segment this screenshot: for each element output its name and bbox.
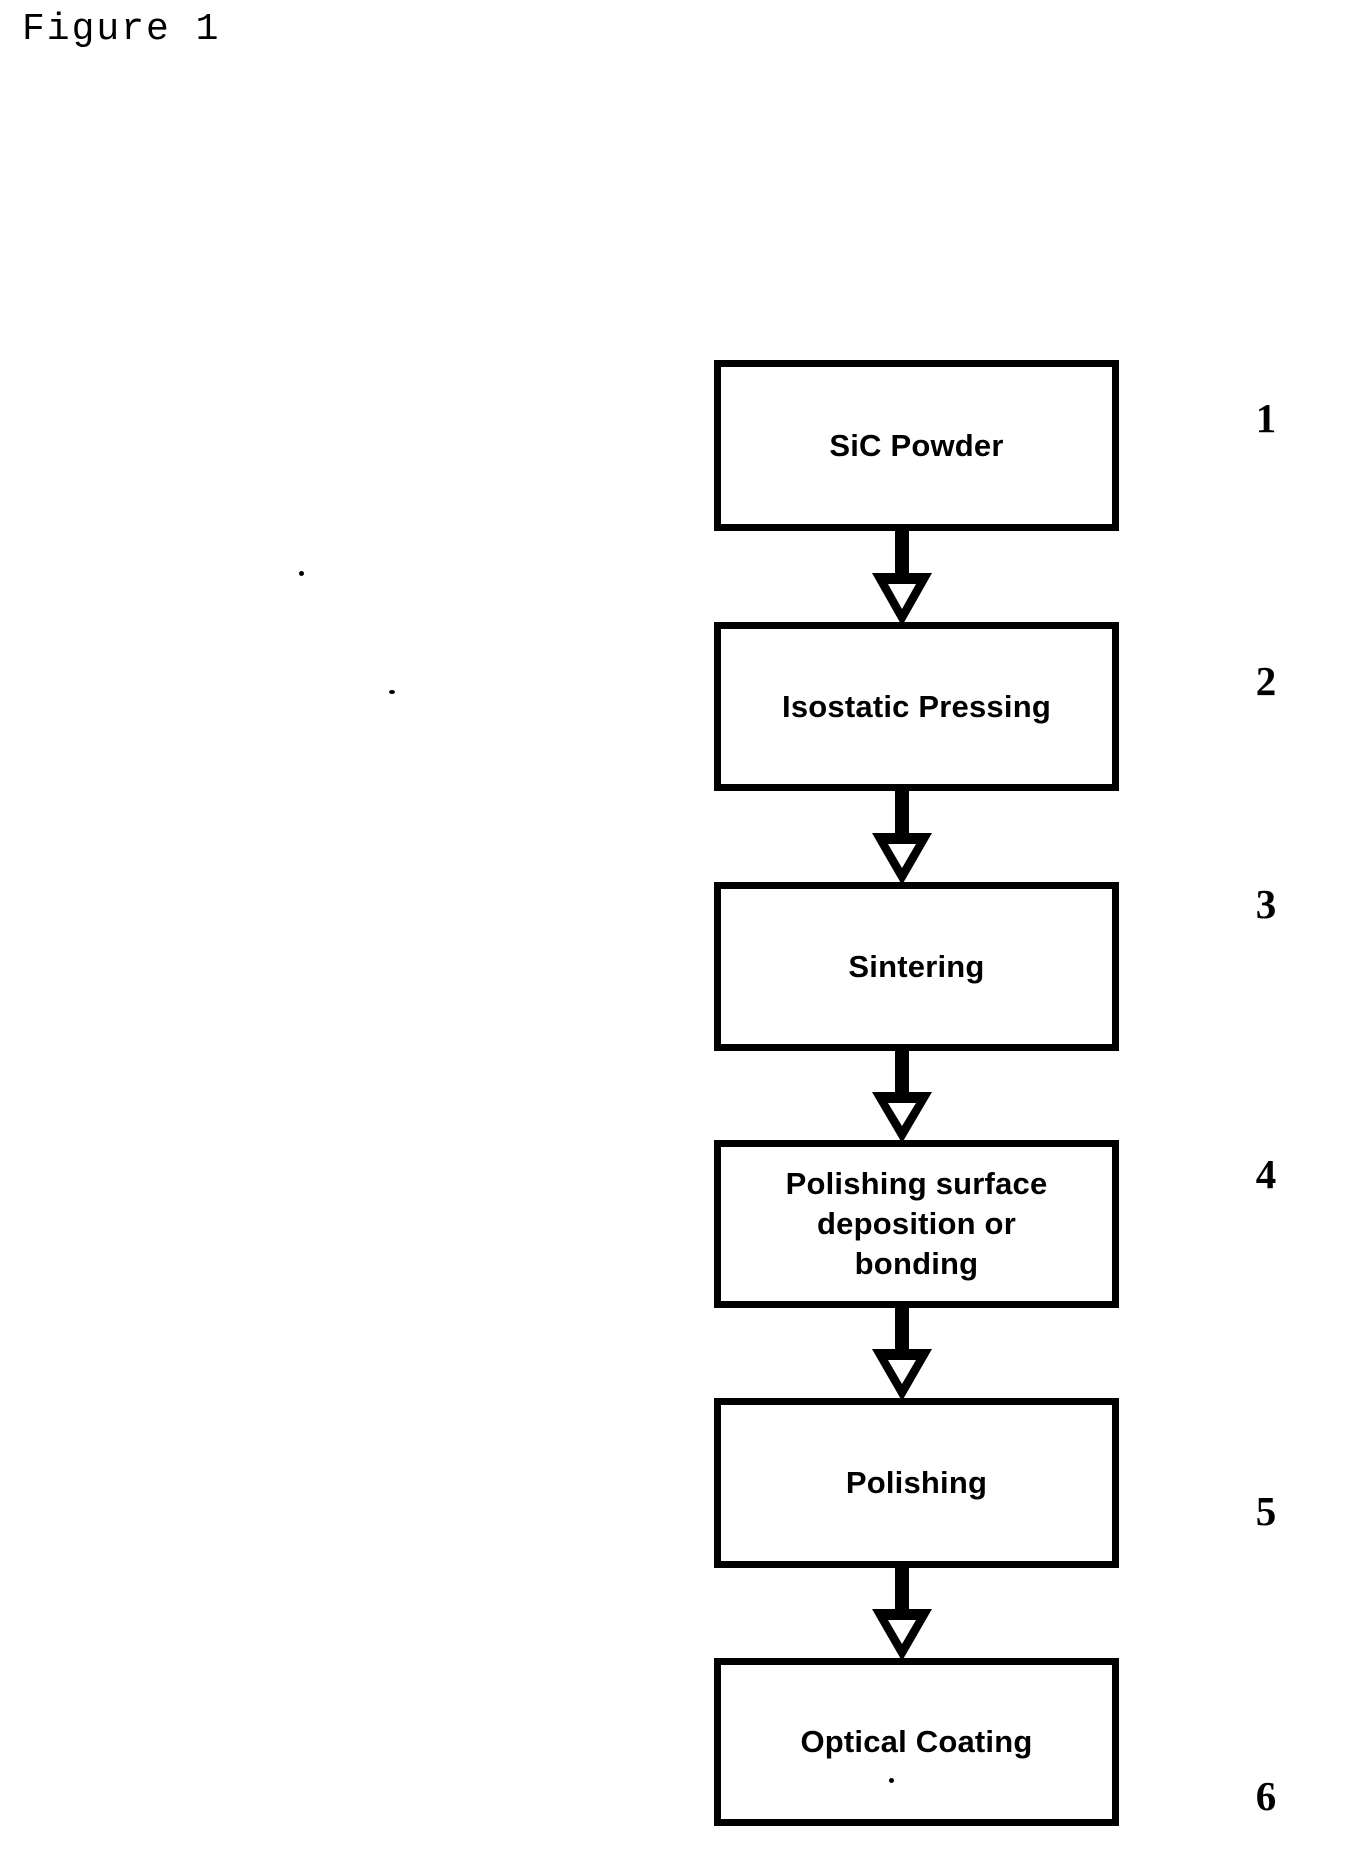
arrow-step-1-to-2-icon	[858, 525, 946, 629]
arrow-step-4-to-5-icon	[858, 1303, 946, 1404]
flowchart-box-label: Polishing	[845, 1465, 988, 1501]
flowchart-box-label: Polishing surface deposition or bonding	[785, 1166, 1048, 1281]
flowchart-box-label: Isostatic Pressing	[782, 688, 1051, 724]
scan-speck	[299, 571, 304, 576]
step-number-3: 3	[1255, 881, 1277, 927]
step-number-4: 4	[1255, 1151, 1277, 1197]
scan-speck	[389, 690, 395, 694]
flowchart-box-label: Sintering	[848, 948, 985, 984]
step-number-5: 5	[1255, 1488, 1277, 1534]
figure-page: Figure 1 SiC Powder 1 Isostatic Pressing…	[0, 0, 1346, 1868]
flowchart-box-isostatic-pressing: Isostatic Pressing	[714, 622, 1119, 791]
scan-speck	[889, 1778, 894, 1783]
step-number-1: 1	[1255, 395, 1277, 441]
flowchart-box-label: Optical Coating	[800, 1724, 1033, 1760]
flowchart-box-polishing-surface-deposition-or-bonding: Polishing surface deposition or bonding	[714, 1140, 1119, 1308]
arrow-step-2-to-3-icon	[858, 786, 946, 888]
step-number-2: 2	[1255, 658, 1277, 704]
arrow-step-5-to-6-icon	[858, 1563, 946, 1664]
flowchart-box-sintering: Sintering	[714, 882, 1119, 1051]
step-number-6: 6	[1255, 1773, 1277, 1819]
flowchart-box-optical-coating: Optical Coating	[714, 1658, 1119, 1826]
arrow-step-3-to-4-icon	[858, 1046, 946, 1146]
figure-caption: Figure 1	[22, 8, 221, 51]
flowchart-box-polishing: Polishing	[714, 1398, 1119, 1568]
flowchart-box-label: SiC Powder	[829, 427, 1004, 463]
flowchart-box-sic-powder: SiC Powder	[714, 360, 1119, 531]
